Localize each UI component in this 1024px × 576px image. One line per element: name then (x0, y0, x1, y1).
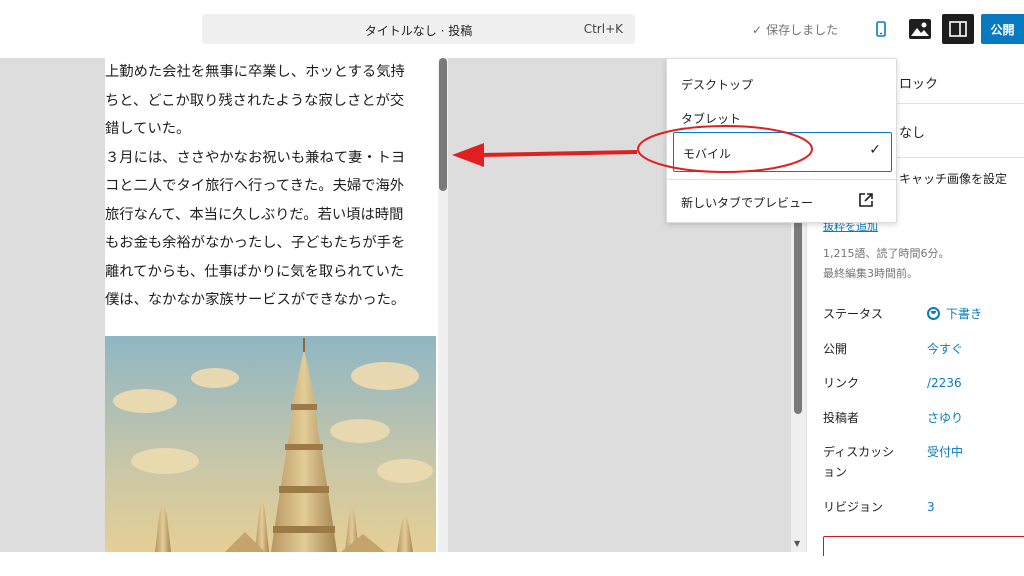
link-value[interactable]: /2236 (927, 373, 962, 393)
check-icon: ✓ (752, 23, 763, 37)
document-title: タイトルなし · 投稿 (364, 24, 473, 38)
shortcut-hint: Ctrl+K (583, 22, 623, 36)
paragraph-line: もお金も余裕がなかったし、子どもたちが手を (105, 235, 406, 251)
revisions-value[interactable]: 3 (927, 497, 935, 517)
preview-scrollbar[interactable] (438, 58, 448, 552)
discussion-value[interactable]: 受付中 (927, 442, 963, 462)
post-title-partial: なし (899, 126, 926, 141)
external-link-icon (859, 193, 873, 207)
link-label: リンク (823, 376, 860, 390)
preview-dropdown-menu: デスクトップ タブレット モバイル ✓ 新しいタブでプレビュー (666, 58, 897, 223)
paragraph-line: 僕は、なかなか家族サービスができなかった。 (105, 292, 406, 308)
paragraph-line: 離れてからも、仕事ばかりに気を取られていた (105, 263, 405, 280)
status-value[interactable]: 下書き (927, 304, 982, 324)
paragraph-line: 上勤めた会社を無事に卒業し、ホッとする気持 (105, 64, 405, 80)
word-count: 1,215語、読了時間6分。 (823, 247, 950, 260)
device-preview-button[interactable] (868, 14, 894, 44)
menu-item-mobile-label: モバイル (683, 147, 732, 161)
publish-button[interactable]: 公開 (981, 14, 1024, 44)
menu-item-preview-new-tab[interactable]: 新しいタブでプレビュー (681, 194, 813, 211)
scroll-down-arrow-icon[interactable]: ▼ (794, 539, 800, 548)
paragraph-line: ３月には、ささやかなお祝いも兼ねて妻・トヨ (105, 149, 406, 166)
set-featured-image-button[interactable]: キャッチ画像を設定 (899, 170, 1007, 187)
publish-date-value[interactable]: 今すぐ (927, 339, 963, 359)
saved-status: ✓ 保存しました (752, 23, 839, 37)
publish-label: 公開 (823, 342, 848, 356)
move-to-trash-button[interactable] (823, 536, 1024, 556)
tab-block-partial[interactable]: ロック (899, 73, 938, 92)
post-paragraph[interactable]: 上勤めた会社を無事に卒業し、ホッとする気持 ちと、どこか取り残されたような寂しさ… (105, 58, 435, 315)
mobile-preview-frame: 上勤めた会社を無事に卒業し、ホッとする気持 ちと、どこか取り残されたような寂しさ… (105, 58, 448, 552)
scrollbar-thumb[interactable] (439, 58, 447, 191)
paragraph-line: ちと、どこか取り残されたような寂しさとが交 (105, 92, 405, 109)
menu-item-tablet[interactable]: タブレット (681, 110, 741, 127)
media-button[interactable] (906, 14, 934, 44)
paragraph-line: 旅行なんて、本当に久しぶりだ。若い頃は時間 (105, 206, 404, 223)
author-value[interactable]: さゆり (927, 408, 963, 428)
menu-divider (667, 179, 896, 180)
editor-topbar: タイトルなし · 投稿 Ctrl+K ✓ 保存しました 公開 (0, 0, 1024, 58)
check-icon: ✓ (869, 142, 881, 158)
draft-icon (927, 307, 940, 320)
mobile-icon (876, 21, 886, 37)
paragraph-line: 錯していた。 (105, 121, 191, 137)
settings-panel-toggle[interactable] (942, 14, 974, 44)
paragraph-line: コと二人でタイ旅行へ行ってきた。夫婦で海外 (105, 178, 405, 194)
post-stats: 1,215語、読了時間6分。 最終編集3時間前。 (823, 244, 950, 284)
last-edited: 最終編集3時間前。 (823, 267, 918, 280)
sidebar-toggle-icon (949, 21, 967, 37)
temple-illustration[interactable] (105, 336, 436, 552)
revisions-label: リビジョン (823, 500, 884, 514)
image-icon (909, 19, 931, 39)
author-label: 投稿者 (823, 411, 860, 425)
menu-item-mobile[interactable]: モバイル ✓ (673, 132, 892, 172)
menu-item-desktop[interactable]: デスクトップ (681, 76, 753, 93)
discussion-label: ディスカッション (823, 445, 895, 479)
command-palette-bar[interactable]: タイトルなし · 投稿 Ctrl+K (202, 14, 635, 44)
status-label: ステータス (823, 307, 884, 321)
